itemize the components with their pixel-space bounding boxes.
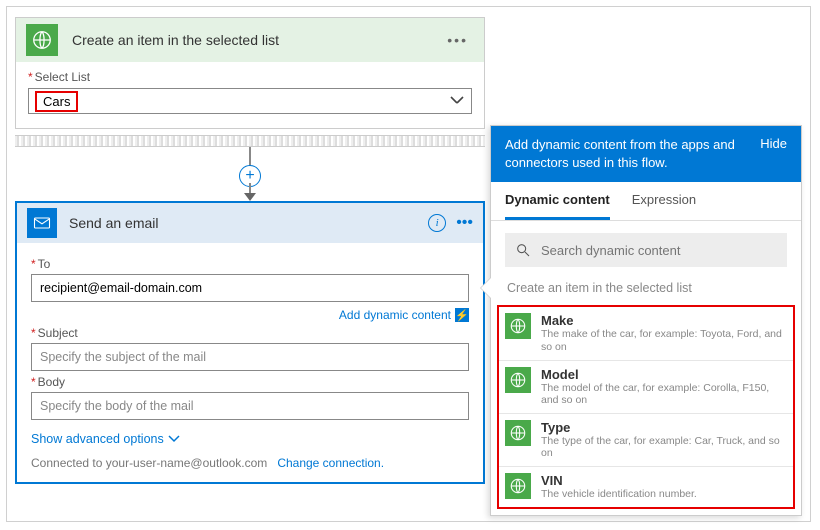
more-menu-icon[interactable]: ••• [441, 32, 474, 48]
to-label: *To [31, 257, 469, 271]
create-item-card: Create an item in the selected list ••• … [15, 17, 485, 129]
panel-heading-text: Add dynamic content from the apps and co… [505, 136, 752, 172]
dynamic-item-make[interactable]: MakeThe make of the car, for example: To… [499, 307, 793, 359]
item-desc: The model of the car, for example: Corol… [541, 382, 787, 407]
search-icon [515, 242, 531, 258]
hide-button[interactable]: Hide [752, 136, 787, 172]
create-item-title: Create an item in the selected list [58, 32, 441, 48]
select-list-label: *Select List [28, 70, 472, 84]
select-list-value: Cars [35, 91, 78, 112]
body-label: *Body [31, 375, 469, 389]
create-item-header[interactable]: Create an item in the selected list ••• [16, 18, 484, 62]
show-advanced-link[interactable]: Show advanced options [31, 432, 180, 446]
app-canvas: Create an item in the selected list ••• … [6, 6, 811, 522]
group-label: Create an item in the selected list [491, 277, 801, 305]
create-item-body: *Select List Cars [16, 62, 484, 128]
dynamic-item-model[interactable]: ModelThe model of the car, for example: … [499, 360, 793, 413]
tab-expression[interactable]: Expression [632, 182, 696, 220]
search-input[interactable] [541, 243, 777, 258]
body-input[interactable] [31, 392, 469, 420]
item-name: VIN [541, 473, 697, 488]
cds-globe-icon [505, 420, 531, 446]
send-email-header[interactable]: Send an email i ••• [17, 203, 483, 243]
subject-label: *Subject [31, 326, 469, 340]
add-dynamic-content-link[interactable]: Add dynamic content ⚡ [31, 308, 469, 322]
item-desc: The vehicle identification number. [541, 488, 697, 501]
cds-globe-icon [505, 473, 531, 499]
panel-pointer [481, 278, 491, 298]
collapsed-section-bar [15, 135, 485, 147]
subject-input[interactable] [31, 343, 469, 371]
cds-globe-icon [26, 24, 58, 56]
flow-connector: + [15, 147, 485, 201]
send-email-body: *To Add dynamic content ⚡ *Subject *Body… [17, 243, 483, 482]
panel-header: Add dynamic content from the apps and co… [491, 126, 801, 182]
item-name: Make [541, 313, 787, 328]
search-box[interactable] [505, 233, 787, 267]
item-desc: The make of the car, for example: Toyota… [541, 328, 787, 353]
item-name: Model [541, 367, 787, 382]
dynamic-item-type[interactable]: TypeThe type of the car, for example: Ca… [499, 413, 793, 466]
dynamic-item-vin[interactable]: VINThe vehicle identification number. [499, 466, 793, 507]
to-input[interactable] [31, 274, 469, 302]
cds-globe-icon [505, 313, 531, 339]
tab-dynamic-content[interactable]: Dynamic content [505, 182, 610, 220]
outlook-icon [27, 208, 57, 238]
info-icon[interactable]: i [428, 214, 446, 232]
cds-globe-icon [505, 367, 531, 393]
item-name: Type [541, 420, 787, 435]
send-email-title: Send an email [57, 215, 428, 231]
send-email-card: Send an email i ••• *To Add dynamic cont… [15, 201, 485, 484]
item-desc: The type of the car, for example: Car, T… [541, 435, 787, 460]
add-dynamic-icon: ⚡ [455, 308, 469, 322]
change-connection-link[interactable]: Change connection. [277, 456, 384, 470]
more-menu-icon[interactable]: ••• [456, 214, 473, 232]
chevron-down-icon [449, 92, 465, 110]
dynamic-items-list: MakeThe make of the car, for example: To… [497, 305, 795, 508]
panel-tabs: Dynamic content Expression [491, 182, 801, 221]
select-list-dropdown[interactable]: Cars [28, 88, 472, 114]
dynamic-content-panel: Add dynamic content from the apps and co… [490, 125, 802, 516]
connection-info: Connected to your-user-name@outlook.com … [31, 456, 469, 470]
arrow-down-icon [244, 193, 256, 201]
